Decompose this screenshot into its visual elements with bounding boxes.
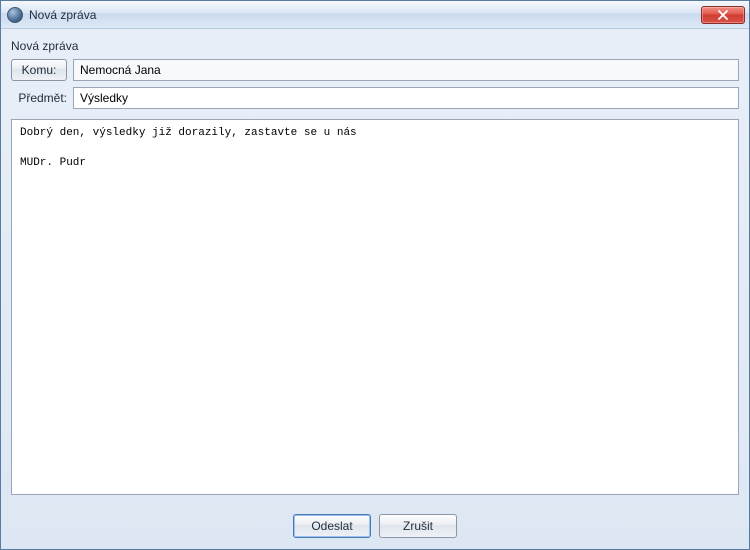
message-body[interactable]	[11, 119, 739, 495]
app-icon	[7, 7, 23, 23]
subject-label: Předmět:	[11, 91, 73, 105]
window-title: Nová zpráva	[29, 8, 701, 22]
titlebar: Nová zpráva	[1, 1, 749, 29]
section-label: Nová zpráva	[11, 39, 739, 53]
close-icon	[717, 10, 729, 20]
dialog-window: Nová zpráva Nová zpráva Komu: Předmět: O…	[0, 0, 750, 550]
to-row: Komu:	[11, 59, 739, 81]
to-button[interactable]: Komu:	[11, 59, 67, 81]
subject-field[interactable]	[73, 87, 739, 109]
footer: Odeslat Zrušit	[11, 503, 739, 549]
subject-row: Předmět:	[11, 87, 739, 109]
send-button[interactable]: Odeslat	[293, 514, 371, 538]
content-area: Nová zpráva Komu: Předmět: Odeslat Zruši…	[1, 29, 749, 549]
to-field[interactable]	[73, 59, 739, 81]
close-button[interactable]	[701, 6, 745, 24]
cancel-button[interactable]: Zrušit	[379, 514, 457, 538]
